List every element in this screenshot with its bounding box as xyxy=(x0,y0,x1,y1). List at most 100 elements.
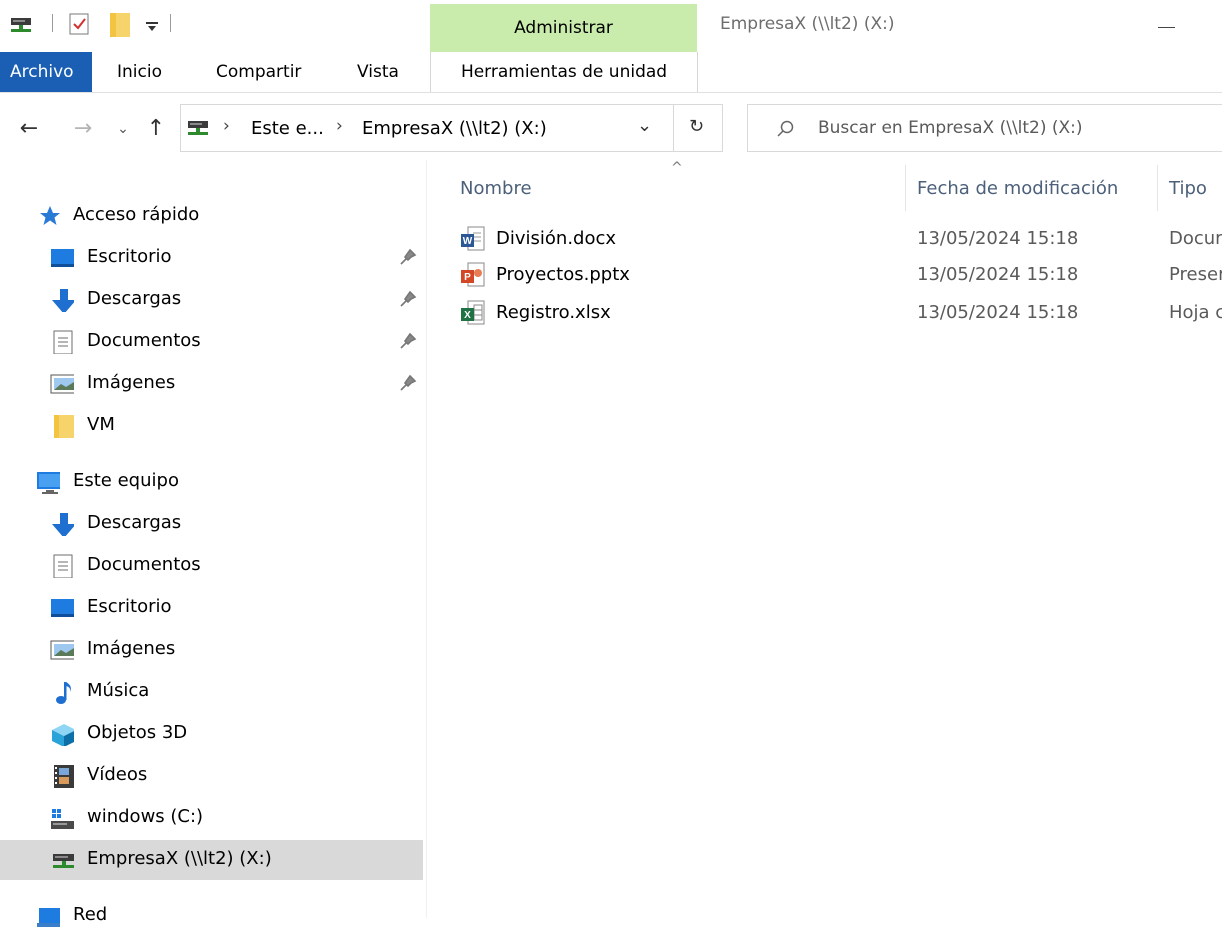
network-drive-icon[interactable] xyxy=(10,16,32,34)
sidebar-item-network[interactable]: Red xyxy=(0,896,423,936)
sidebar-item-label: Objetos 3D xyxy=(87,722,188,743)
sidebar-item-label: Descargas xyxy=(87,512,182,533)
sidebar-item-vm[interactable]: VM xyxy=(0,406,423,446)
sidebar-item-label: windows (C:) xyxy=(87,806,204,827)
pin-icon[interactable] xyxy=(398,247,418,267)
sidebar-item-windows-c[interactable]: windows (C:) xyxy=(0,798,423,838)
file-type: Docur xyxy=(1169,228,1222,249)
file-row[interactable]: P Proyectos.pptx 13/05/2024 15:18 Preser xyxy=(458,258,1222,294)
refresh-icon[interactable]: ↻ xyxy=(689,116,704,137)
network-drive-icon xyxy=(53,854,74,868)
pin-icon[interactable] xyxy=(398,331,418,351)
word-document-icon: W xyxy=(461,226,485,251)
system-drive-icon xyxy=(51,809,74,829)
manage-label: Administrar xyxy=(514,18,613,38)
sidebar-item-label: VM xyxy=(87,414,115,435)
sidebar-item-videos[interactable]: Vídeos xyxy=(0,756,423,796)
file-tab[interactable]: Archivo xyxy=(0,52,92,92)
sidebar-item-imagenes-pc[interactable]: Imágenes xyxy=(0,630,423,670)
manage-context-tab[interactable]: Administrar xyxy=(430,4,697,52)
pane-divider xyxy=(426,160,427,918)
sidebar-item-imagenes[interactable]: Imágenes xyxy=(0,364,423,404)
sidebar-item-label: Imágenes xyxy=(87,372,176,393)
column-separator[interactable] xyxy=(1157,165,1158,211)
address-bar[interactable]: › Este e... › EmpresaX (\\lt2) (X:) ⌄ ↻ xyxy=(180,104,723,152)
drive-tools-label: Herramientas de unidad xyxy=(460,62,668,82)
window-title: EmpresaX (\\lt2) (X:) xyxy=(720,14,895,34)
search-icon xyxy=(777,120,794,137)
sidebar-item-escritorio-pc[interactable]: Escritorio xyxy=(0,588,423,628)
navigation-pane: Acceso rápido Escritorio Descargas Docum… xyxy=(0,160,423,927)
quick-access-separator xyxy=(52,14,53,32)
breadcrumb-chevron-icon[interactable]: › xyxy=(336,116,343,136)
column-header-type[interactable]: Tipo xyxy=(1169,178,1207,199)
sidebar-item-documentos-pc[interactable]: Documentos xyxy=(0,546,423,586)
tab-drive-tools[interactable]: Herramientas de unidad xyxy=(430,52,698,92)
properties-icon[interactable] xyxy=(68,12,90,36)
breadcrumb-item[interactable]: Este e... xyxy=(251,118,324,139)
file-row[interactable]: X Registro.xlsx 13/05/2024 15:18 Hoja c xyxy=(458,296,1222,332)
search-box[interactable]: Buscar en EmpresaX (\\lt2) (X:) xyxy=(747,104,1222,152)
music-note-icon xyxy=(56,682,71,704)
sidebar-item-empresax[interactable]: EmpresaX (\\lt2) (X:) xyxy=(0,840,423,880)
sidebar-item-documentos[interactable]: Documentos xyxy=(0,322,423,362)
sidebar-item-objetos-3d[interactable]: Objetos 3D xyxy=(0,714,423,754)
column-header-date[interactable]: Fecha de modificación xyxy=(917,178,1118,199)
file-row[interactable]: W División.docx 13/05/2024 15:18 Docur xyxy=(458,222,1222,258)
sidebar-item-label: Este equipo xyxy=(73,470,179,491)
column-separator[interactable] xyxy=(905,165,906,211)
address-dropdown-chevron-icon[interactable]: ⌄ xyxy=(637,115,652,136)
breadcrumb-chevron-icon[interactable]: › xyxy=(223,116,230,136)
recent-locations-chevron-icon[interactable]: ⌄ xyxy=(110,115,136,143)
up-arrow-icon[interactable]: ↑ xyxy=(143,115,169,143)
back-arrow-icon[interactable]: ← xyxy=(16,115,42,143)
file-date: 13/05/2024 15:18 xyxy=(917,264,1079,285)
file-name: Proyectos.pptx xyxy=(496,264,630,285)
file-date: 13/05/2024 15:18 xyxy=(917,302,1079,323)
sidebar-item-label: Red xyxy=(73,904,108,925)
download-arrow-icon xyxy=(52,513,74,536)
file-type: Hoja c xyxy=(1169,302,1222,323)
sidebar-item-descargas[interactable]: Descargas xyxy=(0,280,423,320)
forward-arrow-icon[interactable]: → xyxy=(70,115,96,143)
videos-icon xyxy=(54,765,74,788)
sidebar-item-label: Escritorio xyxy=(87,596,172,617)
desktop-icon xyxy=(51,249,74,267)
documents-icon xyxy=(53,330,73,354)
pictures-icon xyxy=(50,640,74,660)
tab-view[interactable]: Vista xyxy=(357,62,399,82)
search-input[interactable]: Buscar en EmpresaX (\\lt2) (X:) xyxy=(818,118,1083,138)
sidebar-item-musica[interactable]: Música xyxy=(0,672,423,712)
column-header-name[interactable]: Nombre xyxy=(460,178,532,199)
minimize-button[interactable] xyxy=(1158,14,1176,34)
tab-share[interactable]: Compartir xyxy=(216,62,301,82)
3d-objects-icon xyxy=(52,724,74,746)
file-tab-label: Archivo xyxy=(10,62,74,82)
file-date: 13/05/2024 15:18 xyxy=(917,228,1079,249)
file-type: Preser xyxy=(1169,264,1222,285)
sidebar-item-label: Música xyxy=(87,680,150,701)
sidebar-item-descargas-pc[interactable]: Descargas xyxy=(0,504,423,544)
sidebar-item-label: EmpresaX (\\lt2) (X:) xyxy=(87,848,272,869)
sidebar-item-this-pc[interactable]: Este equipo xyxy=(0,462,423,502)
computer-icon xyxy=(37,472,60,494)
documents-icon xyxy=(53,554,73,578)
sidebar-item-label: Documentos xyxy=(87,554,201,575)
file-name: Registro.xlsx xyxy=(496,302,611,323)
new-folder-icon[interactable] xyxy=(108,10,132,38)
address-divider xyxy=(673,105,674,151)
sidebar-item-quick-access[interactable]: Acceso rápido xyxy=(0,196,423,236)
sidebar-item-label: Documentos xyxy=(87,330,201,351)
sidebar-item-escritorio[interactable]: Escritorio xyxy=(0,238,423,278)
pin-icon[interactable] xyxy=(398,373,418,393)
sidebar-item-label: Vídeos xyxy=(87,764,148,785)
pin-icon[interactable] xyxy=(398,289,418,309)
svg-text:X: X xyxy=(464,310,471,321)
powerpoint-document-icon: P xyxy=(461,262,485,287)
breadcrumb-item[interactable]: EmpresaX (\\lt2) (X:) xyxy=(362,118,547,139)
tab-home[interactable]: Inicio xyxy=(117,62,162,82)
customize-toolbar-chevron-icon[interactable] xyxy=(144,14,160,34)
sidebar-item-label: Imágenes xyxy=(87,638,176,659)
svg-text:P: P xyxy=(464,272,471,283)
folder-icon xyxy=(54,415,74,438)
